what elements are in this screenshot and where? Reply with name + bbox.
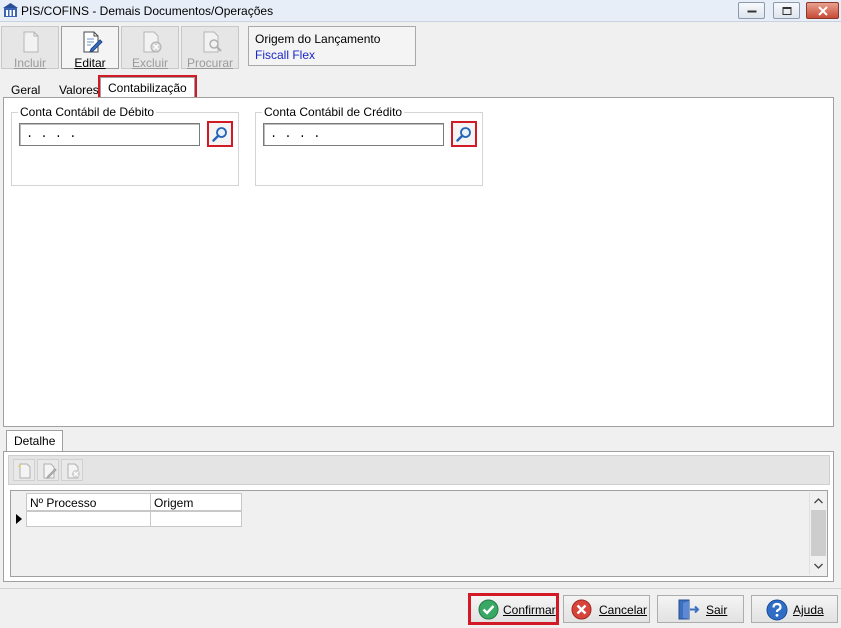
- exit-door-icon: [678, 599, 700, 620]
- origem-value: Fiscall Flex: [255, 48, 316, 62]
- current-row-indicator-icon: [16, 514, 22, 524]
- detail-panel: Nº Processo Origem Processo: [3, 451, 834, 582]
- edit-document-icon: [83, 31, 103, 53]
- debito-lookup-button[interactable]: [207, 121, 233, 147]
- tab-detalhe[interactable]: Detalhe: [6, 430, 64, 452]
- editar-label: Editar: [74, 56, 106, 70]
- debito-account-input[interactable]: . . . .: [19, 123, 200, 146]
- editar-button[interactable]: Editar: [61, 26, 119, 70]
- incluir-button[interactable]: Incluir: [1, 26, 59, 70]
- delete-document-icon: [143, 31, 162, 53]
- credito-group: Conta Contábil de Crédito . . . .: [255, 105, 483, 186]
- scroll-down-icon[interactable]: [810, 558, 827, 574]
- edit-record-icon: [43, 463, 57, 479]
- contabilizacao-panel: Conta Contábil de Débito . . . . Conta C…: [3, 97, 834, 427]
- grid-cell-origem-processo[interactable]: [150, 511, 242, 527]
- origem-panel: Origem do Lançamento Fiscall Flex: [248, 26, 416, 66]
- column-header-numero-processo[interactable]: Nº Processo: [26, 493, 151, 511]
- credito-lookup-button[interactable]: [451, 121, 477, 147]
- excluir-label: Excluir: [131, 56, 168, 70]
- maximize-icon: [782, 6, 791, 15]
- tab-geral[interactable]: Geral: [4, 80, 47, 98]
- column-header-origem-processo[interactable]: Origem Processo: [150, 493, 242, 524]
- minimize-button[interactable]: [738, 2, 765, 19]
- ajuda-label: Ajuda: [793, 603, 824, 617]
- tab-contabilizacao[interactable]: Contabilização: [98, 75, 197, 100]
- new-record-icon: [18, 463, 31, 479]
- bottom-button-bar: Confirmar Cancelar Sair Ajuda: [0, 588, 841, 628]
- main-tabstrip: Geral Valores Contabilização: [3, 75, 834, 100]
- search-icon: [212, 127, 227, 142]
- procurar-label: Procurar: [186, 56, 233, 70]
- detail-delete-button[interactable]: [61, 459, 83, 481]
- cancelar-button[interactable]: Cancelar: [563, 595, 650, 623]
- processos-grid[interactable]: Nº Processo Origem Processo: [10, 490, 828, 577]
- close-icon: [817, 5, 828, 16]
- cancel-circle-icon: [571, 599, 592, 620]
- confirmar-label: Confirmar: [503, 603, 556, 617]
- grid-cell-numero-processo[interactable]: [26, 511, 151, 527]
- detail-tabstrip: Detalhe: [3, 430, 834, 452]
- close-button[interactable]: [806, 2, 839, 19]
- minimize-icon: [747, 10, 756, 12]
- search-document-icon: [203, 31, 222, 53]
- app-icon: [3, 3, 18, 17]
- window-title: PIS/COFINS - Demais Documentos/Operações: [21, 4, 274, 18]
- check-circle-icon: [478, 599, 499, 620]
- new-document-icon: [22, 31, 39, 53]
- detail-edit-button[interactable]: [37, 459, 59, 481]
- help-icon: [766, 599, 788, 621]
- cancelar-label: Cancelar: [599, 603, 648, 617]
- scrollbar-thumb[interactable]: [811, 510, 826, 556]
- debito-group: Conta Contábil de Débito . . . .: [11, 105, 239, 186]
- incluir-label: Incluir: [13, 56, 46, 70]
- title-bar: PIS/COFINS - Demais Documentos/Operações: [0, 0, 841, 22]
- detail-add-button[interactable]: [13, 459, 35, 481]
- ajuda-button[interactable]: Ajuda: [751, 595, 838, 623]
- search-icon: [456, 127, 471, 142]
- grid-vertical-scrollbar[interactable]: [809, 492, 826, 575]
- sair-button[interactable]: Sair: [657, 595, 744, 623]
- scroll-up-icon[interactable]: [810, 493, 827, 509]
- delete-record-icon: [67, 463, 80, 479]
- origem-label: Origem do Lançamento: [255, 32, 381, 46]
- detail-toolbar: [8, 455, 830, 485]
- sair-label: Sair: [706, 603, 728, 617]
- credito-account-input[interactable]: . . . .: [263, 123, 444, 146]
- procurar-button[interactable]: Procurar: [181, 26, 239, 70]
- excluir-button[interactable]: Excluir: [121, 26, 179, 70]
- tab-valores[interactable]: Valores: [52, 80, 106, 98]
- maximize-button[interactable]: [773, 2, 800, 19]
- debito-label: Conta Contábil de Débito: [18, 105, 157, 119]
- credito-label: Conta Contábil de Crédito: [262, 105, 405, 119]
- confirmar-button[interactable]: Confirmar: [468, 593, 559, 625]
- main-toolbar: Incluir Editar Excluir Procurar: [0, 23, 841, 72]
